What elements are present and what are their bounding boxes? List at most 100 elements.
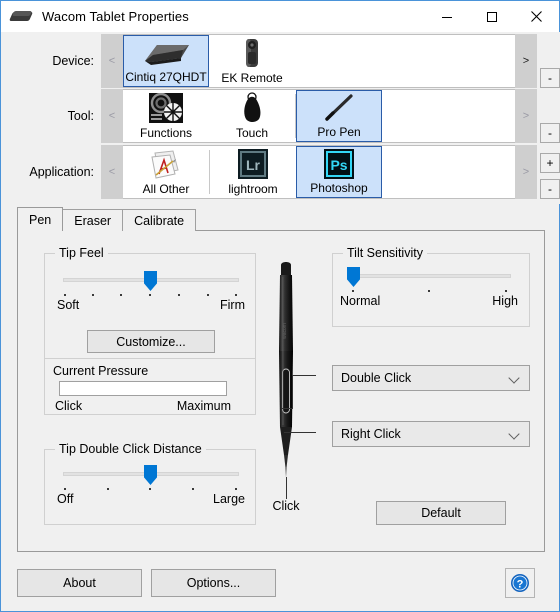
chevron-down-icon xyxy=(510,429,520,439)
device-next-button[interactable]: > xyxy=(515,34,537,88)
window-controls xyxy=(424,1,559,32)
lower-switch-value: Right Click xyxy=(341,427,401,441)
application-addremove-group: + - xyxy=(540,145,560,199)
application-add-button[interactable]: + xyxy=(540,153,560,173)
device-remove-button[interactable]: - xyxy=(540,68,560,88)
tip-double-click-distance-min-label: Off xyxy=(57,492,74,506)
default-button[interactable]: Default xyxy=(376,501,506,525)
application-item-all-other[interactable]: All Other xyxy=(123,146,209,198)
upper-switch-value: Double Click xyxy=(341,371,412,385)
tilt-sensitivity-range-labels: Normal High xyxy=(340,294,518,308)
upper-switch-leader-line xyxy=(292,375,316,376)
application-strip: All Other Lr lightroom Ps Photoshop xyxy=(123,145,515,199)
lightroom-icon: Lr xyxy=(210,146,296,182)
tip-double-click-distance-range-labels: Off Large xyxy=(57,492,245,506)
device-item-cintiq[interactable]: Cintiq 27QHDT xyxy=(123,35,209,87)
window-title: Wacom Tablet Properties xyxy=(42,9,189,24)
device-item-ek-remote[interactable]: EK Remote xyxy=(209,35,295,87)
tilt-sensitivity-slider[interactable]: Normal High xyxy=(340,267,518,320)
cintiq-tablet-icon xyxy=(124,36,208,70)
upper-switch-dropdown[interactable]: Double Click xyxy=(332,365,530,391)
tip-double-click-distance-group: Tip Double Click Distance Off Large xyxy=(44,442,256,525)
current-pressure-bar xyxy=(59,381,227,396)
tablet-icon xyxy=(8,9,34,25)
tab-eraser[interactable]: Eraser xyxy=(62,209,124,231)
device-strip: Cintiq 27QHDT EK Remote xyxy=(123,34,515,88)
customize-button[interactable]: Customize... xyxy=(87,330,215,353)
tool-item-label: Pro Pen xyxy=(317,125,361,139)
lower-switch-dropdown[interactable]: Right Click xyxy=(332,421,530,447)
application-item-photoshop[interactable]: Ps Photoshop xyxy=(296,146,382,198)
current-pressure-min-label: Click xyxy=(55,399,83,413)
tip-double-click-distance-thumb[interactable] xyxy=(144,465,157,485)
tip-feel-thumb[interactable] xyxy=(144,271,157,291)
tilt-sensitivity-max-label: High xyxy=(492,294,518,308)
application-item-label: Photoshop xyxy=(310,181,368,195)
wacom-tablet-properties-window: Wacom Tablet Properties Device: < Cintiq… xyxy=(0,0,560,612)
current-pressure-max-label: Maximum xyxy=(176,399,231,413)
tilt-sensitivity-group: Tilt Sensitivity Normal High xyxy=(332,246,530,327)
help-button[interactable]: ? xyxy=(505,568,535,598)
application-label: Application: xyxy=(29,165,94,179)
tool-item-label: Touch xyxy=(235,126,269,140)
pen-tip-click-label: Click xyxy=(272,499,300,513)
tilt-sensitivity-min-label: Normal xyxy=(340,294,381,308)
maximize-icon[interactable] xyxy=(469,1,514,32)
tip-double-click-distance-max-label: Large xyxy=(213,492,245,506)
application-prev-button[interactable]: < xyxy=(101,145,123,199)
application-next-button[interactable]: > xyxy=(515,145,537,199)
tool-next-button[interactable]: > xyxy=(515,89,537,143)
chevron-down-icon xyxy=(510,373,520,383)
tip-feel-range-labels: Soft Firm xyxy=(57,298,245,312)
tip-feel-group: Tip Feel Soft Firm Customize... xyxy=(44,246,256,359)
tool-remove-group: - xyxy=(540,89,560,143)
upper-switch-leader-line-stub xyxy=(282,408,293,409)
tool-prev-button[interactable]: < xyxy=(101,89,123,143)
tip-feel-slider[interactable]: Soft Firm xyxy=(57,271,245,324)
current-pressure-range-labels: Click Maximum xyxy=(55,399,231,413)
minimize-icon[interactable] xyxy=(424,1,469,32)
current-pressure-title: Current Pressure xyxy=(53,364,149,378)
options-button[interactable]: Options... xyxy=(151,569,276,597)
tip-feel-title: Tip Feel xyxy=(55,246,108,260)
pro-pen-icon xyxy=(297,91,381,125)
device-row: Device: < Cintiq 27QHDT EK Remote > - xyxy=(2,34,560,88)
lower-switch-leader-line xyxy=(284,432,316,433)
tilt-sensitivity-title: Tilt Sensitivity xyxy=(343,246,427,260)
ek-remote-icon xyxy=(209,35,295,71)
tab-calibrate[interactable]: Calibrate xyxy=(122,209,197,231)
title-bar: Wacom Tablet Properties xyxy=(1,1,559,32)
svg-text:Ps: Ps xyxy=(330,157,347,173)
tool-remove-button[interactable]: - xyxy=(540,123,560,143)
application-row: Application: < All Other Lr lightroom Ps… xyxy=(2,145,560,199)
all-other-icon xyxy=(123,146,209,182)
application-item-label: All Other xyxy=(142,182,190,196)
wacom-pro-pen-illustration: wacom xyxy=(256,259,316,479)
application-item-lightroom[interactable]: Lr lightroom xyxy=(210,146,296,198)
svg-text:?: ? xyxy=(517,579,524,591)
tool-label: Tool: xyxy=(67,109,94,123)
close-icon[interactable] xyxy=(514,1,559,32)
svg-text:Lr: Lr xyxy=(246,157,261,173)
tip-feel-min-label: Soft xyxy=(57,298,80,312)
tool-item-label: Functions xyxy=(139,126,193,140)
tool-row: Tool: < Functions Touch Pro Pen > - xyxy=(2,89,560,143)
tool-strip: Functions Touch Pro Pen xyxy=(123,89,515,143)
functions-icon xyxy=(123,90,209,126)
device-remove-group: - xyxy=(540,34,560,88)
tab-pen[interactable]: Pen xyxy=(17,207,64,231)
application-item-label: lightroom xyxy=(228,182,278,196)
tip-leader-line xyxy=(286,477,287,499)
touch-icon xyxy=(209,90,295,126)
tool-item-touch[interactable]: Touch xyxy=(209,90,295,142)
tool-item-pro-pen[interactable]: Pro Pen xyxy=(296,90,382,142)
upper-switch-leader-line-vert xyxy=(292,375,293,408)
tilt-sensitivity-thumb[interactable] xyxy=(347,267,360,287)
tip-double-click-distance-slider[interactable]: Off Large xyxy=(57,465,245,518)
tool-item-functions[interactable]: Functions xyxy=(123,90,209,142)
about-button[interactable]: About xyxy=(17,569,142,597)
application-remove-button[interactable]: - xyxy=(540,179,560,199)
device-label: Device: xyxy=(52,54,94,68)
help-icon: ? xyxy=(511,574,529,592)
device-prev-button[interactable]: < xyxy=(101,34,123,88)
